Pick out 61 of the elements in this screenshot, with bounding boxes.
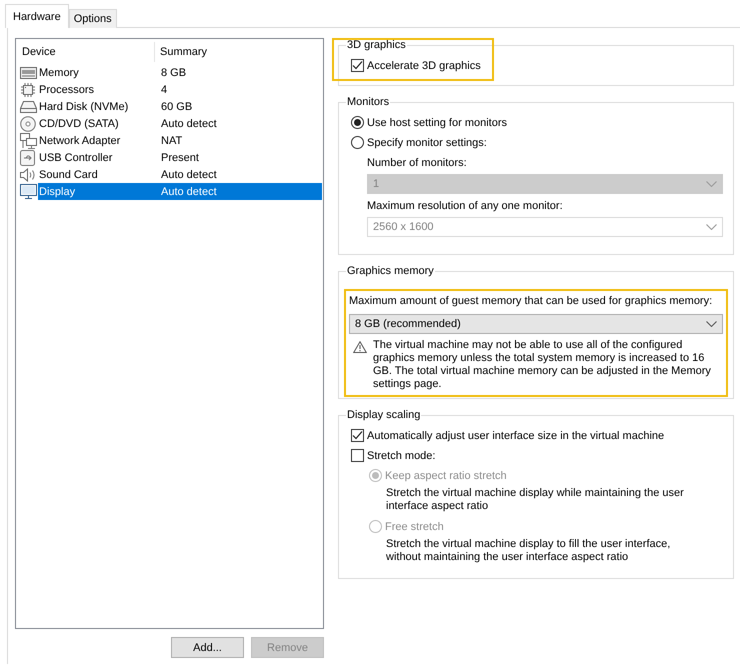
- checkbox-label: Accelerate 3D graphics: [367, 60, 481, 72]
- device-summary: Auto detect: [161, 118, 217, 130]
- radio-label: Keep aspect ratio stretch: [385, 470, 507, 482]
- device-row[interactable]: Sound Card Auto detect: [38, 166, 322, 183]
- radio-label: Use host setting for monitors: [367, 116, 508, 128]
- field-label: Number of monitors:: [367, 156, 468, 171]
- radio-button[interactable]: [351, 136, 364, 149]
- device-summary: Auto detect: [161, 186, 217, 198]
- device-row[interactable]: Hard Disk (NVMe) 60 GB: [38, 98, 322, 115]
- monitor-icon: [20, 184, 37, 200]
- device-row[interactable]: Processors 4: [38, 81, 322, 98]
- checkbox[interactable]: [351, 449, 364, 462]
- device-row[interactable]: CD/DVD (SATA) Auto detect: [38, 115, 322, 132]
- device-name: Hard Disk (NVMe): [38, 100, 130, 112]
- device-row[interactable]: Network Adapter NAT: [38, 132, 322, 149]
- chevron-icon: [706, 224, 717, 230]
- disc-icon: [20, 116, 36, 132]
- chevron-icon: [706, 321, 717, 327]
- device-name: Sound Card: [38, 168, 99, 180]
- device-row[interactable]: Memory 8 GB: [38, 64, 322, 81]
- memory-icon: [20, 66, 37, 78]
- column-header[interactable]: Summary: [155, 42, 208, 62]
- tab[interactable]: Hardware: [5, 4, 69, 28]
- device-summary: 4: [161, 84, 168, 96]
- checkbox-label: Stretch mode:: [367, 450, 436, 462]
- push-button[interactable]: Add...: [171, 637, 244, 658]
- option-description: Stretch the virtual machine display to fill the user interface, without maintaining the user interface aspect ratio: [386, 538, 672, 564]
- field-label: Maximum resolution of any one monitor:: [367, 199, 564, 214]
- device-name: CD/DVD (SATA): [38, 118, 120, 130]
- device-summary: Present: [161, 152, 199, 164]
- device-name: Processors: [38, 84, 96, 96]
- field-label: Maximum amount of guest memory that can be used for graphics memory:: [349, 294, 714, 309]
- device-name: Memory: [38, 66, 80, 78]
- group-title: Display scaling: [346, 408, 422, 423]
- device-name: Display: [38, 186, 76, 198]
- speaker-icon: [20, 168, 35, 182]
- option-description: Stretch the virtual machine display while maintaining the user interface aspect ratio: [386, 487, 685, 513]
- device-name: Network Adapter: [38, 134, 122, 146]
- device-row[interactable]: USB Controller Present: [38, 149, 322, 166]
- radio-label: Free stretch: [385, 520, 444, 532]
- radio-button[interactable]: [351, 116, 364, 129]
- device-row[interactable]: Display Auto detect: [38, 183, 322, 200]
- device-summary: Auto detect: [161, 168, 217, 180]
- radio-label: Specify monitor settings:: [367, 136, 487, 148]
- device-summary: NAT: [161, 134, 182, 146]
- warning-text: The virtual machine may not be able to use all of the configured graphics memory unless the total system memory is increased to 16 GB. The total virtual machine memory can be adjusted in the Memory settings page.: [373, 339, 712, 391]
- device-summary: 60 GB: [161, 100, 192, 112]
- tab[interactable]: Options: [68, 9, 117, 28]
- device-name: USB Controller: [38, 152, 114, 164]
- checkbox[interactable]: [351, 59, 364, 72]
- dropdown[interactable]: 8 GB (recommended): [349, 314, 723, 334]
- checkbox[interactable]: [351, 429, 364, 442]
- network-icon: [20, 132, 37, 148]
- warning-icon: [353, 341, 367, 353]
- usb-icon: [20, 150, 35, 166]
- column-header[interactable]: Device: [17, 42, 155, 62]
- group-title: Graphics memory: [346, 264, 435, 279]
- chevron-icon: [706, 181, 717, 187]
- chip-icon: [20, 82, 36, 98]
- device-summary: 8 GB: [161, 66, 186, 78]
- checkbox-label: Automatically adjust user interface size in the virtual machine: [367, 430, 664, 442]
